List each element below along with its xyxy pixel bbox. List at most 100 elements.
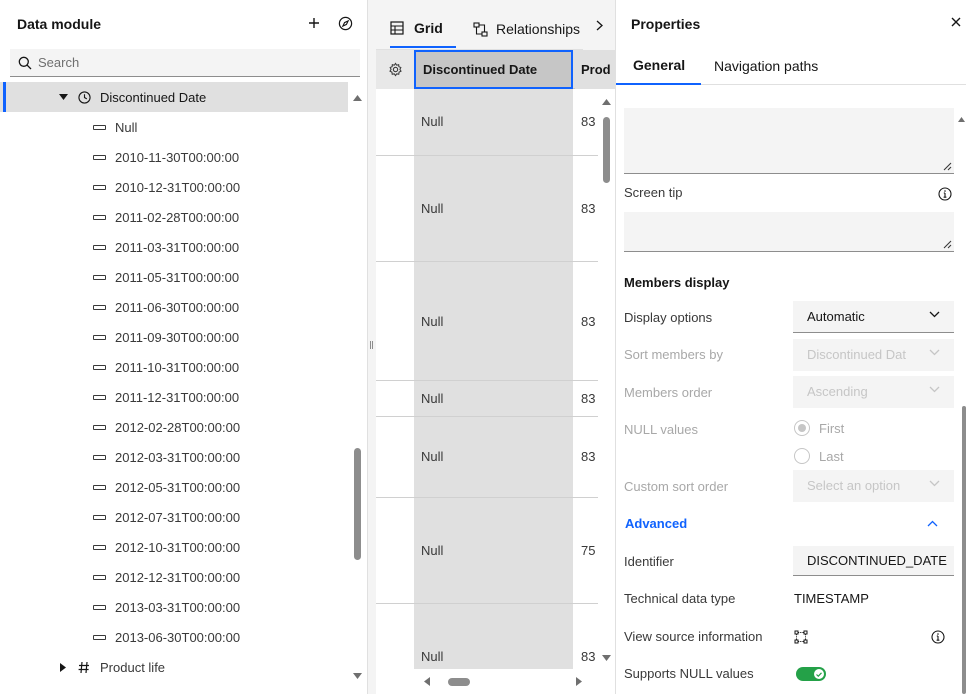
tab-general[interactable]: General [616,47,702,85]
tree-member-item[interactable]: 2011-06-30T00:00:00 [0,292,348,322]
caret-right-icon[interactable] [58,662,68,672]
caret-down-icon[interactable] [58,92,68,102]
chevron-up-icon[interactable] [927,520,938,527]
custom-sort-order-dropdown[interactable]: Select an option [793,470,954,502]
tree-member-item[interactable]: 2011-09-30T00:00:00 [0,322,348,352]
source-information-icon[interactable] [794,630,808,644]
resize-handle-icon[interactable] [943,162,952,171]
cell-product[interactable]: 83 [581,201,595,216]
plus-icon [309,18,319,28]
add-button[interactable] [303,12,325,34]
tree-member-item[interactable]: 2012-03-31T00:00:00 [0,442,348,472]
table-row[interactable]: Null 83 [376,262,598,381]
member-icon [93,304,106,310]
cell-product[interactable]: 83 [581,449,595,464]
table-row[interactable]: Null 83 [376,89,598,156]
tree-scrollbar[interactable] [350,90,364,694]
table-row[interactable]: Null 83 [376,604,598,669]
properties-scrollbar[interactable] [956,86,966,694]
tab-grid[interactable]: Grid [390,10,456,48]
tree-member-item[interactable]: 2013-06-30T00:00:00 [0,622,348,652]
radio-selected-icon [794,420,810,436]
tab-relationships[interactable]: Relationships [473,10,580,48]
tree-member-item[interactable]: 2012-12-31T00:00:00 [0,562,348,592]
grid-settings-button[interactable] [376,50,414,89]
cell-discontinued-date[interactable]: Null [421,314,443,329]
tree-member-item[interactable]: 2011-05-31T00:00:00 [0,262,348,292]
tree-item-label: Discontinued Date [100,89,207,105]
properties-scrollbar-thumb[interactable] [962,406,966,694]
tab-relationships-label: Relationships [496,21,581,37]
grid-horizontal-scrollbar-thumb[interactable] [448,678,470,686]
tree-member-item[interactable]: 2012-07-31T00:00:00 [0,502,348,532]
column-header-discontinued-date[interactable]: Discontinued Date [414,50,573,89]
tab-navigation-paths[interactable]: Navigation paths [714,47,818,85]
tree-member-item[interactable]: 2012-02-28T00:00:00 [0,412,348,442]
column-header-product[interactable]: Prod [575,50,615,89]
tree-member-item[interactable]: 2011-12-31T00:00:00 [0,382,348,412]
tree-member-item[interactable]: 2010-11-30T00:00:00 [0,142,348,172]
grid-horizontal-scrollbar[interactable] [414,669,592,694]
null-values-last-radio[interactable]: Last [794,448,844,464]
tree-scrollbar-thumb[interactable] [354,448,361,560]
tree-member-item[interactable]: 2011-02-28T00:00:00 [0,202,348,232]
tabs-scroll-right-button[interactable] [583,0,615,50]
close-button[interactable] [948,14,964,30]
scroll-down-arrow-icon[interactable] [353,673,362,679]
info-icon[interactable] [938,187,952,201]
cell-product[interactable]: 83 [581,114,595,129]
cell-discontinued-date[interactable]: Null [421,649,443,664]
tree-item-discontinued-date[interactable]: Discontinued Date [0,82,348,112]
properties-body: Screen tip Members display Display optio… [616,86,966,694]
grid-icon [390,21,404,35]
cell-product[interactable]: 83 [581,649,595,664]
tree-item-label: 2011-12-31T00:00:00 [115,389,240,405]
table-row[interactable]: Null 83 [376,417,598,498]
tree-member-item[interactable]: 2010-12-31T00:00:00 [0,172,348,202]
null-values-first-radio[interactable]: First [794,420,844,436]
tree-member-item[interactable]: 2012-05-31T00:00:00 [0,472,348,502]
cell-discontinued-date[interactable]: Null [421,201,443,216]
display-options-dropdown[interactable]: Automatic [793,301,954,333]
data-module-panel: Data module Introduction DateDiscontinue… [0,0,367,694]
info-icon[interactable] [931,630,945,644]
scroll-down-arrow-icon[interactable] [602,655,611,661]
description-textarea[interactable] [624,108,954,174]
tree-member-item[interactable]: 2011-03-31T00:00:00 [0,232,348,262]
resize-handle-icon[interactable] [943,240,952,249]
cell-product[interactable]: 83 [581,391,595,406]
scroll-left-arrow-icon[interactable] [424,677,430,686]
hash-icon [78,661,90,674]
cell-product[interactable]: 83 [581,314,595,329]
scroll-right-arrow-icon[interactable] [576,677,582,686]
table-row[interactable]: Null 83 [376,381,598,417]
tree-member-item[interactable]: 2011-10-31T00:00:00 [0,352,348,382]
tree-member-item[interactable]: 2012-10-31T00:00:00 [0,532,348,562]
table-row[interactable]: Null 75 [376,498,598,604]
scroll-up-arrow-icon[interactable] [958,117,965,122]
cell-discontinued-date[interactable]: Null [421,449,443,464]
search-input[interactable] [38,55,338,70]
sort-members-by-dropdown[interactable]: Discontinued Dat [793,339,954,371]
advanced-section-toggle[interactable]: Advanced [625,516,687,531]
cell-discontinued-date[interactable]: Null [421,114,443,129]
members-order-dropdown[interactable]: Ascending [793,376,954,408]
tree-item-product-life[interactable]: Product life [0,652,348,682]
scroll-up-arrow-icon[interactable] [353,95,362,101]
supports-null-values-toggle[interactable] [796,667,826,681]
relationships-icon [473,21,488,37]
properties-title: Properties [631,16,701,32]
scroll-up-arrow-icon[interactable] [602,99,611,105]
cell-discontinued-date[interactable]: Null [421,543,443,558]
table-row[interactable]: Null 83 [376,156,598,262]
explore-button[interactable] [334,12,356,34]
cell-product[interactable]: 75 [581,543,595,558]
cell-discontinued-date[interactable]: Null [421,391,443,406]
tree-member-item[interactable]: Null [0,112,348,142]
grid-vertical-scrollbar-thumb[interactable] [603,117,610,183]
grid-vertical-scrollbar[interactable] [598,89,615,669]
screen-tip-textarea[interactable] [624,212,954,252]
tree-member-item[interactable]: 2013-03-31T00:00:00 [0,592,348,622]
custom-sort-order-label: Custom sort order [624,479,729,494]
identifier-input[interactable]: DISCONTINUED_DATE [793,546,954,576]
